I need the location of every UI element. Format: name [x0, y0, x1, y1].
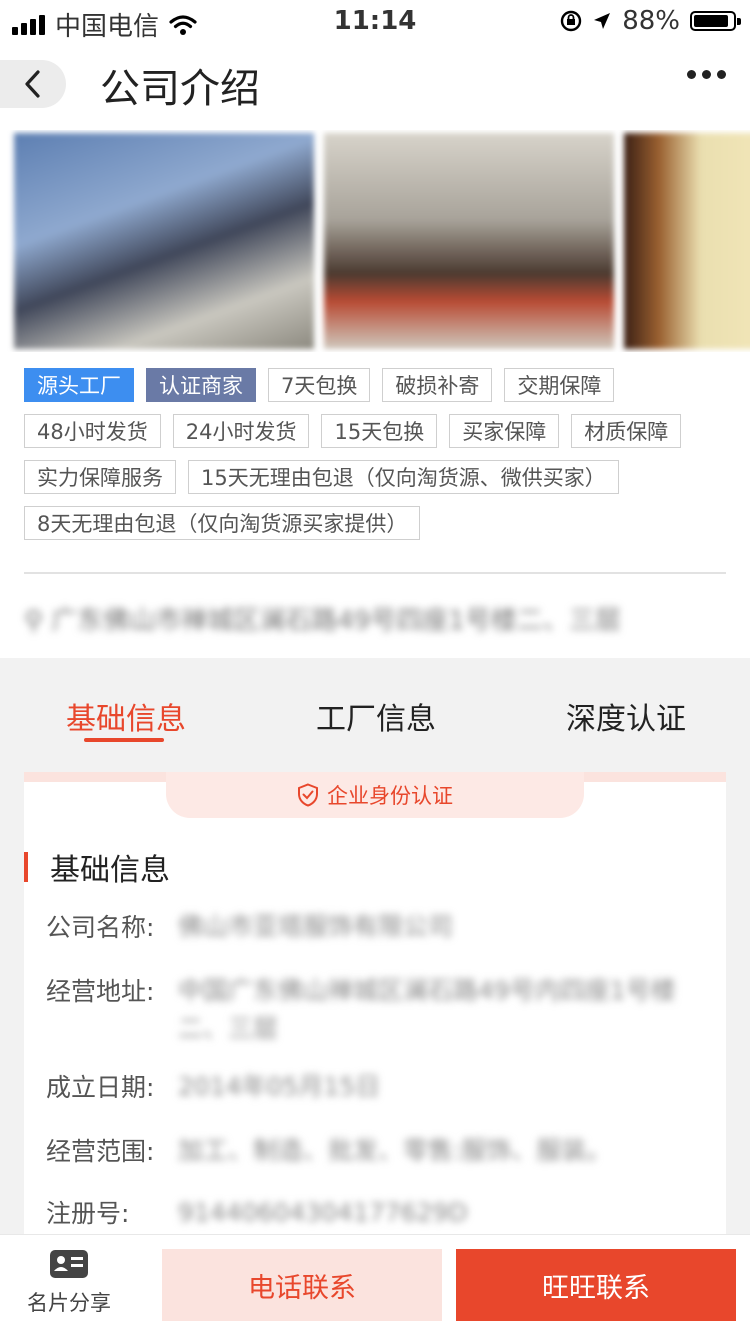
- share-label: 名片分享: [27, 1291, 111, 1315]
- info-row-business-scope: 经营范围: 加工、制造、批发、零售:服饰、服装。: [46, 1132, 611, 1170]
- service-tag: 8天无理由包退（仅向淘货源买家提供）: [24, 506, 421, 540]
- row-value: 加工、制造、批发、零售:服饰、服装。: [178, 1136, 612, 1165]
- service-tag: 7天包换: [268, 368, 371, 402]
- row-label: 公司名称:: [46, 913, 155, 942]
- row-label: 成立日期:: [46, 1073, 155, 1102]
- wangwang-contact-button[interactable]: 旺旺联系: [456, 1249, 736, 1321]
- location-icon: [594, 13, 611, 29]
- divider: [24, 572, 726, 574]
- tab-deep-verification[interactable]: 深度认证: [566, 694, 686, 738]
- status-bar: 中国电信 11:14 88%: [0, 0, 750, 42]
- info-row-company-name: 公司名称: 佛山市亚塔服饰有限公司: [46, 908, 453, 946]
- status-right: 88%: [560, 6, 741, 36]
- chevron-left-icon: [25, 70, 40, 98]
- row-value: 中国广东佛山禅城区澜石路49号内四座1号楼二、三层: [178, 976, 676, 1043]
- row-value: 佛山市亚塔服饰有限公司: [178, 912, 454, 941]
- service-tags-section: 源头工厂 认证商家 7天包换 破损补寄 交期保障 48小时发货 24小时发货 15天包换 买家保…: [0, 352, 750, 658]
- info-row-founded: 成立日期: 2014年05月15日: [46, 1068, 380, 1106]
- more-options-icon[interactable]: [687, 70, 726, 79]
- company-address: ⚲ 广东佛山市禅城区澜石路49号四座1号楼二、三层: [24, 600, 621, 637]
- phone-contact-button[interactable]: 电话联系: [162, 1249, 442, 1321]
- service-tag: 材质保障: [571, 414, 682, 448]
- row-label: 经营范围:: [46, 1137, 155, 1166]
- service-tag: 实力保障服务: [24, 460, 176, 494]
- tab-factory-info[interactable]: 工厂信息: [316, 694, 436, 738]
- location-pin-icon: ⚲: [24, 606, 52, 636]
- company-photo-gallery[interactable]: [0, 130, 750, 352]
- shield-check-icon: [298, 783, 318, 807]
- enterprise-verification-badge: 企业身份认证: [166, 772, 584, 818]
- section-header: 基础信息: [24, 850, 170, 888]
- service-tag: 买家保障: [449, 414, 560, 448]
- service-tag: 15天无理由包退（仅向淘货源、微供买家）: [188, 460, 619, 494]
- company-photo[interactable]: [624, 133, 750, 349]
- service-tag: 破损补寄: [382, 368, 493, 402]
- page-title: 公司介绍: [100, 66, 260, 112]
- row-label: 经营地址:: [46, 977, 155, 1006]
- info-row-address: 经营地址: 中国广东佛山禅城区澜石路49号内四座1号楼二、三层: [46, 972, 678, 1048]
- service-tag: 认证商家: [146, 368, 256, 402]
- info-row-registration-number: 注册号: 91440604304177629D: [46, 1194, 468, 1232]
- active-tab-indicator: [84, 738, 164, 742]
- verification-label: 企业身份认证: [327, 784, 453, 808]
- bottom-action-bar: 名片分享 电话联系 旺旺联系: [0, 1234, 750, 1335]
- basic-info-card: 企业身份认证 基础信息 公司名称: 佛山市亚塔服饰有限公司 经营地址: 中国广东…: [24, 772, 726, 1242]
- section-accent-bar: [24, 852, 28, 882]
- service-tag: 15天包换: [321, 414, 438, 448]
- section-title: 基础信息: [50, 853, 170, 888]
- row-value: 91440604304177629D: [178, 1198, 468, 1227]
- info-tabs: 基础信息 工厂信息 深度认证: [0, 658, 750, 768]
- business-card-icon: [50, 1250, 88, 1278]
- rotation-lock-icon: [561, 10, 582, 32]
- service-tags: 源头工厂 认证商家 7天包换 破损补寄 交期保障 48小时发货 24小时发货 15天包换 买家保…: [24, 368, 734, 540]
- back-button[interactable]: [0, 60, 66, 108]
- service-tag: 48小时发货: [24, 414, 161, 448]
- battery-icon: [690, 11, 741, 31]
- row-label: 注册号:: [46, 1199, 130, 1228]
- service-tag: 交期保障: [504, 368, 615, 402]
- address-text: 广东佛山市禅城区澜石路49号四座1号楼二、三层: [51, 606, 621, 636]
- service-tag: 源头工厂: [24, 368, 134, 402]
- service-tag: 24小时发货: [172, 414, 310, 448]
- company-photo[interactable]: [324, 133, 614, 349]
- row-value: 2014年05月15日: [178, 1072, 381, 1101]
- share-card-button[interactable]: 名片分享: [22, 1249, 116, 1317]
- company-photo[interactable]: [14, 133, 314, 349]
- nav-bar: 公司介绍: [0, 40, 750, 130]
- battery-percent: 88%: [622, 6, 680, 36]
- tab-basic-info[interactable]: 基础信息: [66, 694, 186, 738]
